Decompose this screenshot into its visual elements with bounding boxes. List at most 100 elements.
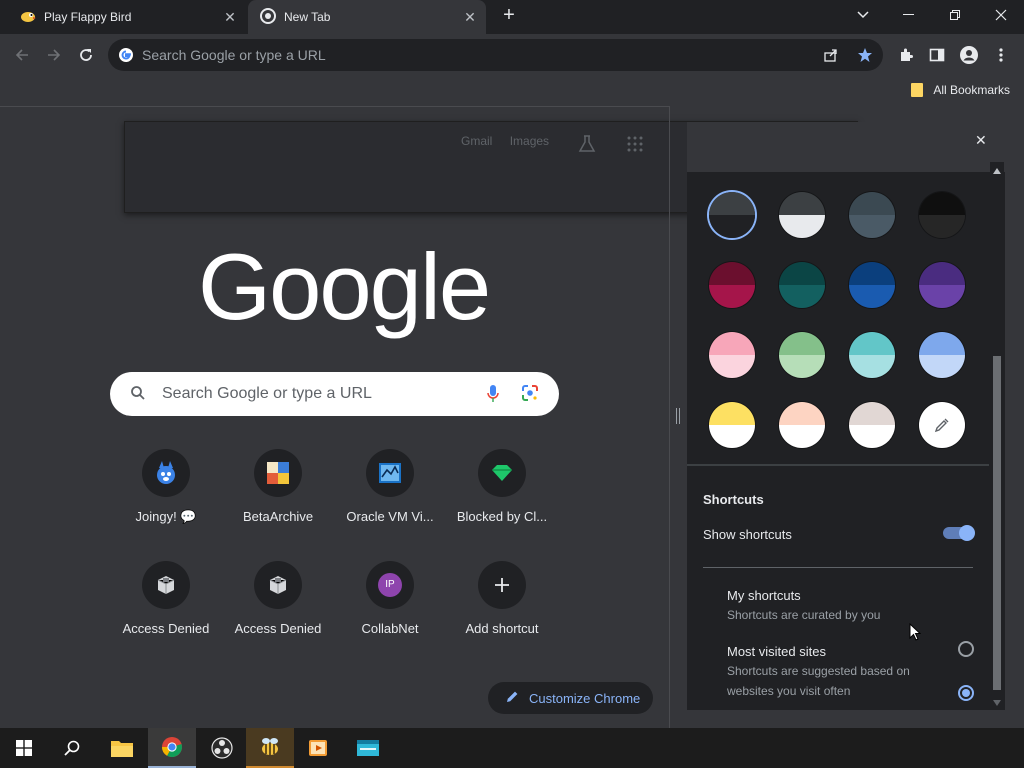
shortcuts-heading: Shortcuts: [703, 492, 764, 507]
access-denied-icon: [254, 561, 302, 609]
color-swatch[interactable]: [919, 192, 965, 238]
shortcut-tile[interactable]: Access Denied: [110, 561, 222, 661]
close-window-button[interactable]: [978, 0, 1024, 30]
tab-title: Play Flappy Bird: [44, 10, 132, 24]
chrome-icon: [260, 7, 276, 27]
shortcut-label: Add shortcut: [465, 621, 539, 636]
my-shortcuts-title: My shortcuts: [727, 588, 801, 603]
bookmark-star-icon[interactable]: [857, 47, 873, 68]
share-icon[interactable]: [823, 47, 839, 68]
search-box[interactable]: Search Google or type a URL: [110, 372, 559, 416]
side-panel-scrollbar[interactable]: [990, 162, 1004, 710]
address-bar[interactable]: Search Google or type a URL: [108, 39, 883, 71]
shortcut-label: CollabNet: [361, 621, 419, 636]
betaarchive-icon: [254, 449, 302, 497]
new-tab-page: Gmail Images ✕ Google Search Google or t…: [0, 106, 858, 728]
color-swatch[interactable]: [779, 262, 825, 308]
shortcut-tile[interactable]: Access Denied: [222, 561, 334, 661]
color-swatch[interactable]: [779, 332, 825, 378]
color-swatch[interactable]: [849, 402, 895, 448]
mouse-cursor-icon: [909, 623, 921, 641]
color-swatch[interactable]: [709, 332, 755, 378]
minimize-button[interactable]: [886, 0, 932, 30]
ghost-link-gmail: Gmail: [461, 134, 493, 148]
close-side-panel-icon[interactable]: ✕: [975, 132, 987, 149]
close-tab-icon[interactable]: ✕: [462, 9, 478, 25]
tab-strip: Play Flappy Bird ✕ New Tab ✕ +: [0, 0, 1024, 34]
customize-side-panel: ✕ Shortcuts Show shortcuts My shortcuts …: [687, 122, 1005, 710]
profile-avatar-icon[interactable]: [956, 42, 982, 68]
all-bookmarks-button[interactable]: All Bookmarks: [911, 83, 1010, 97]
show-shortcuts-toggle[interactable]: [943, 525, 975, 541]
pencil-icon: [506, 690, 519, 706]
access-denied-icon: [142, 561, 190, 609]
color-swatch[interactable]: [919, 332, 965, 378]
shortcut-tile[interactable]: IP CollabNet: [334, 561, 446, 661]
tab-flappy-bird[interactable]: Play Flappy Bird ✕: [8, 0, 246, 34]
apps-grid-icon: [627, 136, 643, 157]
color-swatch[interactable]: [779, 192, 825, 238]
media-player-icon[interactable]: [294, 728, 342, 768]
search-icon: [130, 385, 146, 406]
restore-button[interactable]: [932, 0, 978, 30]
extensions-puzzle-icon[interactable]: [893, 42, 919, 68]
tab-search-chevron-icon[interactable]: [840, 0, 886, 30]
windows-start-icon[interactable]: [0, 728, 48, 768]
content-area: Gmail Images ✕ Google Search Google or t…: [0, 106, 1024, 728]
customize-chrome-label: Customize Chrome: [529, 690, 641, 706]
my-shortcuts-subtitle: Shortcuts are curated by you: [727, 608, 881, 622]
back-arrow-icon[interactable]: [9, 42, 35, 68]
divider-line: [703, 567, 973, 568]
new-tab-button[interactable]: +: [486, 0, 532, 30]
eyedropper-icon: [934, 418, 949, 433]
reload-icon[interactable]: [73, 42, 99, 68]
color-swatch[interactable]: [849, 192, 895, 238]
panel-divider: [669, 106, 670, 728]
add-shortcut-tile[interactable]: Add shortcut: [446, 561, 558, 661]
my-shortcuts-radio[interactable]: [958, 685, 974, 701]
customize-chrome-button[interactable]: Customize Chrome: [488, 682, 653, 714]
color-swatch[interactable]: [849, 332, 895, 378]
shortcut-label: Access Denied: [234, 621, 322, 636]
menu-kebab-icon[interactable]: [988, 42, 1014, 68]
color-swatch[interactable]: [849, 262, 895, 308]
google-logo: Google: [198, 234, 491, 339]
most-visited-radio[interactable]: [958, 641, 974, 657]
most-visited-title: Most visited sites: [727, 644, 826, 659]
shortcut-tile[interactable]: BetaArchive: [222, 449, 334, 549]
color-swatch[interactable]: [709, 262, 755, 308]
chrome-taskbar-icon[interactable]: [148, 728, 196, 768]
color-swatch[interactable]: [919, 262, 965, 308]
close-tab-icon[interactable]: ✕: [222, 9, 238, 25]
color-swatch[interactable]: [779, 402, 825, 448]
section-separator: [687, 464, 989, 466]
shortcut-tile[interactable]: Joingy! 💬: [110, 449, 222, 549]
tab-new-tab[interactable]: New Tab ✕: [248, 0, 486, 34]
collabnet-letters: IP: [378, 573, 402, 597]
custom-color-picker-swatch[interactable]: [919, 402, 965, 448]
shortcut-label: Blocked by Cl...: [456, 509, 548, 524]
file-explorer-icon[interactable]: [98, 728, 146, 768]
color-swatch[interactable]: [709, 192, 755, 238]
app-bee-icon[interactable]: [246, 728, 294, 768]
toolbar: Search Google or type a URL: [0, 34, 1024, 76]
taskbar-search-icon[interactable]: [48, 728, 96, 768]
address-placeholder: Search Google or type a URL: [142, 47, 326, 63]
joingy-icon: [142, 449, 190, 497]
window-app-icon[interactable]: [344, 728, 392, 768]
side-panel-icon[interactable]: [924, 42, 950, 68]
obs-icon[interactable]: [198, 728, 246, 768]
forward-arrow-icon[interactable]: [41, 42, 67, 68]
google-lens-icon[interactable]: [521, 384, 539, 407]
color-swatch[interactable]: [709, 402, 755, 448]
shortcut-tile[interactable]: Blocked by Cl...: [446, 449, 558, 549]
all-bookmarks-label: All Bookmarks: [933, 83, 1010, 97]
search-placeholder: Search Google or type a URL: [162, 385, 372, 402]
ghost-links: Gmail Images: [461, 134, 563, 148]
blocked-icon: [478, 449, 526, 497]
scrollbar-thumb[interactable]: [993, 356, 1001, 690]
shortcut-tile[interactable]: Oracle VM Vi...: [334, 449, 446, 549]
ghost-link-images: Images: [509, 134, 550, 148]
microphone-icon[interactable]: [486, 384, 500, 409]
resize-handle[interactable]: [676, 408, 680, 424]
